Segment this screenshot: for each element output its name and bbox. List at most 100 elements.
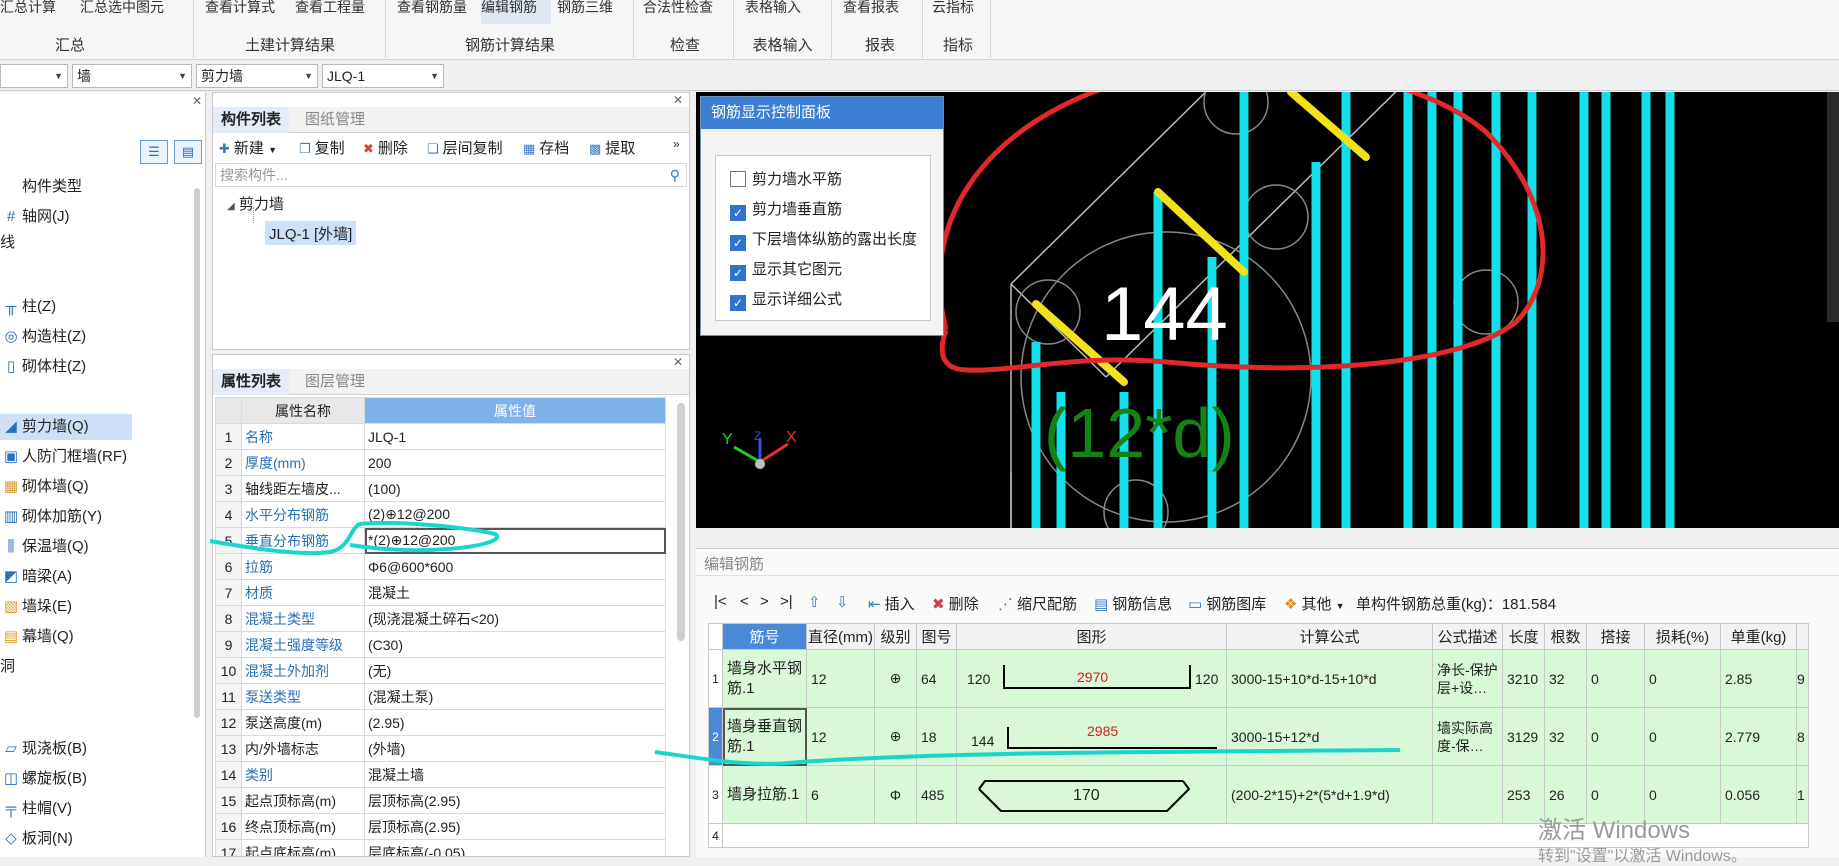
bar-loss[interactable]: 0 [1644, 707, 1721, 766]
prop-value[interactable]: (外墙) [364, 735, 666, 762]
table-input-button[interactable]: 表格输入 [745, 0, 815, 24]
row-index[interactable]: 2 [708, 707, 723, 766]
archive-button[interactable]: ▦ 存档 [523, 137, 569, 158]
bar-total-partial[interactable]: 9 [1796, 649, 1809, 708]
rebar-panel-title[interactable]: 钢筋显示控制面板 [701, 97, 943, 129]
delete-row-button[interactable]: ✖ 删除 [932, 593, 979, 614]
nav-cast-slab[interactable]: ▱ 现浇板(B) [0, 736, 87, 762]
table-row[interactable]: 9 混凝土强度等级 (C30) [215, 631, 666, 658]
prop-value[interactable]: 层底标高(-0.05) [364, 839, 666, 856]
col-count[interactable]: 根数 [1544, 623, 1587, 650]
nav-curtain-wall[interactable]: ▤ 幕墙(Q) [0, 624, 74, 650]
bar-shape[interactable]: 170 [956, 765, 1227, 824]
table-row[interactable]: 6 拉筋 Φ6@600*600 [215, 553, 666, 580]
table-row[interactable]: 1 名称 JLQ-1 [215, 423, 666, 450]
tree-item-jlq1[interactable]: JLQ-1 [外墙] [265, 221, 357, 245]
bar-count[interactable]: 32 [1544, 707, 1587, 766]
nav-insulation-wall[interactable]: ⫼ 保温墙(Q) [0, 534, 89, 560]
nav-slab-hole[interactable]: ◇ 板洞(N) [0, 826, 73, 852]
prop-value[interactable]: 200 [364, 449, 666, 476]
other-button[interactable]: ❖ 其他 ▼ [1284, 593, 1345, 614]
table-row[interactable]: 14 类别 混凝土墙 [215, 761, 666, 788]
bar-formula[interactable]: 3000-15+12*d [1226, 707, 1433, 766]
col-grade[interactable]: 级别 [874, 623, 917, 650]
component-combo[interactable]: JLQ-1 ▼ [322, 64, 444, 88]
option-exposed-length[interactable]: ✓ 下层墙体纵筋的露出长度 [730, 228, 917, 251]
card-view-icon[interactable]: ▤ [174, 140, 202, 164]
bar-grade[interactable]: ⊕ [874, 649, 917, 708]
tree-parent[interactable]: ◢ 剪力墙 [227, 193, 284, 214]
row-index[interactable]: 1 [708, 649, 723, 708]
table-row[interactable]: 15 起点顶标高(m) 层顶标高(2.95) [215, 787, 666, 814]
nav-prev-button[interactable]: < [740, 593, 749, 610]
table-row[interactable]: 17 起点底标高(m) 层底标高(-0.05) [215, 839, 666, 856]
col-lap[interactable]: 搭接 [1586, 623, 1645, 650]
insert-button[interactable]: ⇤ 插入 [868, 593, 915, 614]
prop-value[interactable]: 层顶标高(2.95) [364, 787, 666, 814]
prop-value[interactable]: JLQ-1 [364, 423, 666, 450]
bar-unit-weight[interactable]: 2.779 [1720, 707, 1797, 766]
delete-button[interactable]: ✖ 删除 [363, 137, 408, 158]
option-vertical-rebar[interactable]: ✓ 剪力墙垂直筋 [730, 198, 842, 221]
bar-formula-desc[interactable]: 墙实际高度-保… [1432, 707, 1503, 766]
nav-masonry-reinforcement[interactable]: ▥ 砌体加筋(Y) [0, 504, 102, 530]
table-row[interactable]: 13 内/外墙标志 (外墙) [215, 735, 666, 762]
close-icon[interactable]: ✕ [673, 355, 683, 369]
tab-component-list[interactable]: 构件列表 [213, 107, 290, 133]
view-quantity-button[interactable]: 查看工程量 [295, 0, 385, 24]
bar-diameter[interactable]: 12 [806, 649, 875, 708]
nav-hidden-beam[interactable]: ◩ 暗梁(A) [0, 564, 72, 590]
bar-formula[interactable]: 3000-15+10*d-15+10*d [1226, 649, 1433, 708]
floor-copy-button[interactable]: ❏ 层间复制 [427, 137, 503, 158]
rebar-3d-button[interactable]: 钢筋三维 [557, 0, 623, 24]
checkbox-unchecked[interactable] [730, 171, 746, 187]
bar-figure-no[interactable]: 485 [916, 765, 957, 824]
scrollbar[interactable] [677, 403, 685, 641]
bar-lap[interactable]: 0 [1586, 649, 1645, 708]
option-horizontal-rebar[interactable]: 剪力墙水平筋 [730, 168, 842, 189]
bar-name[interactable]: 墙身垂直钢筋.1 [722, 707, 807, 766]
summary-selected-button[interactable]: 汇总选中图元 [80, 0, 180, 24]
prop-value[interactable]: (2)⊕12@200 [364, 501, 666, 528]
prop-value[interactable]: 层顶标高(2.95) [364, 813, 666, 840]
checkbox-checked[interactable]: ✓ [730, 265, 746, 281]
col-bar-no[interactable]: 筋号 [722, 623, 807, 650]
bar-name[interactable]: 墙身水平钢筋.1 [722, 649, 807, 708]
type-combo[interactable]: 剪力墙 ▼ [196, 64, 318, 88]
col-loss[interactable]: 损耗(%) [1644, 623, 1721, 650]
checkbox-checked[interactable]: ✓ [730, 205, 746, 221]
nav-column-cap[interactable]: ╤ 柱帽(V) [0, 796, 72, 822]
close-icon[interactable]: ✕ [673, 93, 683, 107]
bar-shape[interactable]: 144 2985 [956, 707, 1227, 766]
component-search-input[interactable]: 搜索构件... ⚲ [215, 163, 687, 187]
view-report-button[interactable]: 查看报表 [843, 0, 913, 24]
table-row[interactable]: 4 水平分布钢筋 (2)⊕12@200 [215, 501, 666, 528]
row-index[interactable]: 4 [708, 823, 723, 848]
close-icon[interactable]: ✕ [192, 94, 202, 108]
table-row[interactable]: 16 终点顶标高(m) 层顶标高(2.95) [215, 813, 666, 840]
bar-shape[interactable]: 120 2970 120 [956, 649, 1227, 708]
nav-spiral-slab[interactable]: ◫ 螺旋板(B) [0, 766, 87, 792]
col-length[interactable]: 长度 [1502, 623, 1545, 650]
nav-wall-pier[interactable]: ▧ 墙垛(E) [0, 594, 72, 620]
extract-button[interactable]: ▩ 提取 [589, 137, 635, 158]
nav-constructional-column[interactable]: ◎ 构造柱(Z) [0, 324, 86, 350]
bar-loss[interactable]: 0 [1644, 649, 1721, 708]
bar-length[interactable]: 3210 [1502, 649, 1545, 708]
prop-value[interactable]: (混凝土泵) [364, 683, 666, 710]
edit-rebar-button[interactable]: 编辑钢筋 [481, 0, 551, 24]
prop-value[interactable]: *(2)⊕12@200 [364, 527, 666, 554]
move-down-icon[interactable]: ⇩ [836, 593, 853, 611]
prop-value[interactable]: (现浇混凝土碎石<20) [364, 605, 666, 632]
prop-value[interactable]: (C30) [364, 631, 666, 658]
new-button[interactable]: ✚ 新建 ▼ [219, 137, 277, 158]
collapse-icon[interactable]: ◢ [227, 201, 235, 212]
tab-property-list[interactable]: 属性列表 [213, 369, 290, 395]
tab-drawing-management[interactable]: 图纸管理 [297, 107, 373, 133]
bar-total-partial[interactable]: 8 [1796, 707, 1809, 766]
nav-first-button[interactable]: |< [714, 593, 727, 610]
table-row[interactable]: 7 材质 混凝土 [215, 579, 666, 606]
nav-component-types[interactable]: 构件类型 [0, 174, 82, 200]
col-formula[interactable]: 计算公式 [1226, 623, 1433, 650]
prop-value[interactable]: (无) [364, 657, 666, 684]
